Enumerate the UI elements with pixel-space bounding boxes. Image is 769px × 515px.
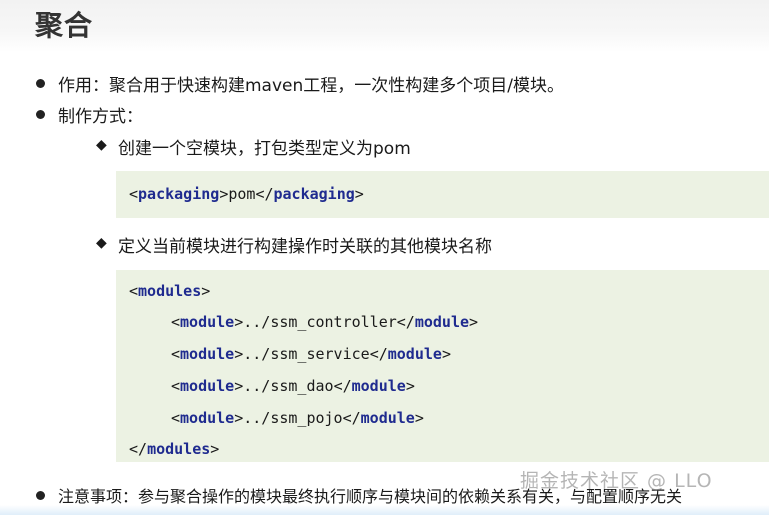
diamond-icon: ◆ — [96, 235, 107, 251]
bullet-dot — [36, 491, 45, 500]
code-line-module: <module>../ssm_service</module> — [171, 345, 451, 363]
code-line-module: <module>../ssm_dao</module> — [171, 377, 415, 395]
bullet-purpose: 作用：聚合用于快速构建maven工程，一次性构建多个项目/模块。 — [58, 76, 564, 96]
bullet-method: 制作方式： — [58, 107, 143, 127]
bullet-dot — [36, 79, 45, 88]
diamond-icon: ◆ — [96, 137, 107, 153]
sub-item-create-module: 创建一个空模块，打包类型定义为pom — [118, 139, 411, 159]
bullet-dot — [36, 110, 45, 119]
code-line-module: <module>../ssm_pojo</module> — [171, 409, 424, 427]
code-block-packaging: <packaging>pom</packaging> — [116, 171, 769, 218]
code-block-modules: <modules> <module>../ssm_controller</mod… — [116, 270, 769, 462]
code-line-module: <module>../ssm_controller</module> — [171, 313, 479, 331]
watermark: 掘金技术社区 @ LLO — [520, 470, 713, 492]
code-line-modules-close: </modules> — [129, 440, 220, 458]
sub-item-define-modules: 定义当前模块进行构建操作时关联的其他模块名称 — [118, 237, 492, 257]
title-band — [0, 0, 769, 52]
code-line-packaging: <packaging>pom</packaging> — [129, 185, 364, 203]
bottom-decoration — [0, 505, 769, 515]
slide-title: 聚合 — [35, 9, 94, 42]
code-line-modules-open: <modules> — [129, 282, 211, 300]
